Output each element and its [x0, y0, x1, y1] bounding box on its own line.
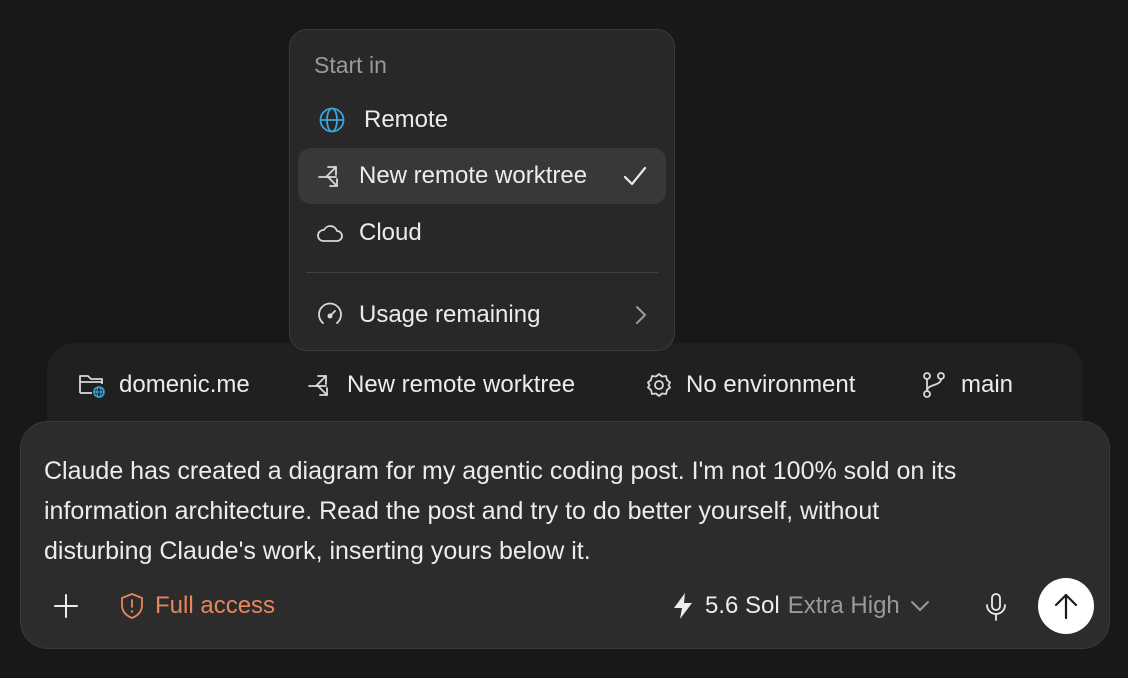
worktree-icon [305, 370, 335, 400]
gear-icon [644, 370, 674, 400]
worktree-selector[interactable]: New remote worktree [305, 367, 575, 403]
add-attachment-button[interactable] [51, 588, 81, 624]
branch-selector[interactable]: main [919, 367, 1013, 403]
arrow-up-icon [1054, 593, 1078, 620]
menu-divider [306, 272, 658, 273]
menu-item-label: Cloud [359, 219, 422, 246]
plus-icon [54, 594, 78, 618]
menu-item-new-remote-worktree[interactable]: New remote worktree [298, 148, 666, 204]
start-in-menu: Start in Remote New remote worktree Clou… [289, 29, 675, 351]
environment-selector[interactable]: No environment [644, 367, 855, 403]
model-name: 5.6 Sol [705, 592, 780, 619]
menu-item-cloud[interactable]: Cloud [298, 205, 666, 261]
chevron-right-icon [634, 304, 648, 326]
lightning-icon [671, 592, 695, 620]
menu-heading: Start in [314, 52, 387, 78]
chevron-down-icon [910, 599, 930, 613]
menu-item-label: New remote worktree [359, 162, 588, 189]
microphone-button[interactable] [981, 590, 1011, 624]
checkmark-icon [622, 165, 648, 187]
menu-item-usage-remaining[interactable]: Usage remaining [298, 287, 666, 343]
project-name: domenic.me [119, 371, 250, 398]
git-branch-icon [919, 370, 949, 400]
menu-item-label: Usage remaining [359, 301, 541, 328]
model-selector[interactable]: 5.6 Sol Extra High [671, 588, 930, 624]
gauge-icon [315, 300, 345, 330]
cloud-icon [315, 218, 345, 248]
app-window: Start in Remote New remote worktree Clou… [0, 0, 1128, 678]
project-selector[interactable]: domenic.me [77, 367, 250, 403]
send-button[interactable] [1038, 578, 1094, 634]
branch-name: main [961, 371, 1014, 398]
prompt-input[interactable]: Claude has created a diagram for my agen… [44, 451, 1084, 571]
microphone-icon [986, 593, 1006, 621]
globe-icon [317, 105, 347, 135]
access-label: Full access [155, 592, 276, 619]
access-level-button[interactable]: Full access [119, 588, 275, 624]
model-effort: Extra High [787, 592, 900, 619]
worktree-icon [315, 161, 345, 191]
menu-item-label: Remote [364, 106, 449, 133]
worktree-label: New remote worktree [347, 371, 576, 398]
folder-globe-icon [77, 370, 107, 400]
environment-label: No environment [686, 371, 856, 398]
composer[interactable]: Claude has created a diagram for my agen… [20, 421, 1110, 649]
menu-item-remote[interactable]: Remote [298, 92, 666, 148]
shield-alert-icon [119, 592, 145, 620]
